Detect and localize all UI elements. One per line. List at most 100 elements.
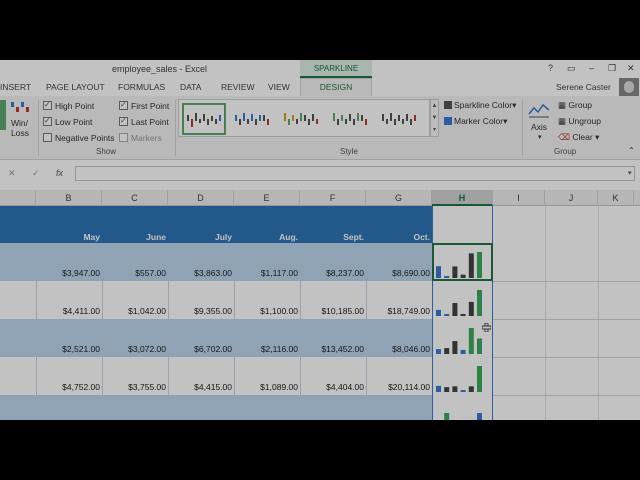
cancel-icon[interactable]: ✕ bbox=[8, 168, 16, 179]
minimize-button[interactable]: – bbox=[589, 63, 594, 73]
avatar-face-icon bbox=[624, 81, 634, 93]
markers-checkbox[interactable]: Markers bbox=[119, 132, 162, 144]
cell-value[interactable]: $557.00 bbox=[102, 268, 166, 278]
cell-value[interactable]: $4,752.00 bbox=[36, 382, 100, 392]
ungroup-button[interactable]: ▦ Ungroup bbox=[558, 116, 601, 127]
style-swatch[interactable] bbox=[378, 103, 422, 135]
style-swatch-selected[interactable] bbox=[182, 103, 226, 135]
column-header-b[interactable]: B bbox=[36, 190, 102, 206]
checkbox-icon[interactable] bbox=[119, 115, 128, 127]
active-cell bbox=[432, 243, 493, 281]
month-header-july[interactable]: July bbox=[168, 232, 232, 242]
cell-value[interactable]: $8,237.00 bbox=[300, 268, 364, 278]
avatar[interactable] bbox=[619, 78, 639, 96]
month-header-oct[interactable]: Oct. bbox=[366, 232, 430, 242]
show-group-label: Show bbox=[96, 147, 117, 156]
axis-button[interactable]: Axis bbox=[531, 122, 547, 132]
column-sparkline-icon[interactable] bbox=[0, 100, 6, 130]
cell-value[interactable]: $4,415.00 bbox=[168, 382, 232, 392]
checkbox-icon[interactable] bbox=[119, 99, 128, 111]
cell-value[interactable]: $6,702.00 bbox=[168, 344, 232, 354]
style-swatch[interactable] bbox=[329, 103, 373, 135]
column-header-f[interactable]: F bbox=[300, 190, 366, 206]
group-button[interactable]: ▦ Group bbox=[558, 100, 592, 111]
checkbox-icon[interactable] bbox=[43, 99, 52, 111]
tab-insert[interactable]: INSERT bbox=[0, 82, 31, 92]
cell-value[interactable]: $3,947.00 bbox=[36, 268, 100, 278]
formula-input[interactable] bbox=[75, 166, 635, 181]
column-header-a[interactable] bbox=[0, 190, 36, 206]
collapse-ribbon-icon[interactable]: ⌃ bbox=[628, 146, 635, 155]
checkbox-icon[interactable] bbox=[119, 133, 128, 142]
cell-value[interactable]: $1,089.00 bbox=[234, 382, 298, 392]
cell-value[interactable]: $8,046.00 bbox=[366, 344, 430, 354]
column-header-c[interactable]: C bbox=[102, 190, 168, 206]
cell-value[interactable]: $3,863.00 bbox=[168, 268, 232, 278]
winloss-label-2[interactable]: Loss bbox=[11, 128, 29, 138]
column-header-i[interactable]: I bbox=[493, 190, 545, 206]
sparkline-color-button[interactable]: Sparkline Color▾ bbox=[444, 100, 516, 111]
insert-function-icon[interactable]: fx bbox=[56, 168, 63, 178]
user-name[interactable]: Serene Caster bbox=[556, 82, 611, 92]
gallery-scroll-buttons[interactable]: ▲ ▼ ▾ bbox=[430, 99, 439, 137]
cell-value[interactable]: $1,042.00 bbox=[102, 306, 166, 316]
axis-dropdown-icon[interactable]: ▾ bbox=[538, 133, 542, 141]
month-header-sept[interactable]: Sept. bbox=[300, 232, 364, 242]
winloss-icon[interactable] bbox=[10, 100, 30, 114]
column-header-g[interactable]: G bbox=[366, 190, 432, 206]
low-point-checkbox[interactable]: Low Point bbox=[43, 115, 92, 128]
column-header-k[interactable]: K bbox=[598, 190, 634, 206]
clear-button[interactable]: ⌫ Clear ▾ bbox=[558, 132, 599, 143]
column-header-e[interactable]: E bbox=[234, 190, 300, 206]
enter-icon[interactable]: ✓ bbox=[32, 168, 40, 179]
cell-value[interactable]: $1,100.00 bbox=[234, 306, 298, 316]
month-header-june[interactable]: June bbox=[102, 232, 166, 242]
first-point-label: First Point bbox=[131, 101, 170, 111]
sparkline-bar bbox=[452, 303, 458, 316]
close-button[interactable]: ✕ bbox=[627, 63, 635, 74]
tab-view[interactable]: VIEW bbox=[268, 82, 290, 92]
sparkline-bar bbox=[444, 348, 450, 354]
ribbon-display-options-icon[interactable]: ▭ bbox=[567, 63, 576, 74]
group-separator bbox=[175, 100, 176, 156]
winloss-label-1[interactable]: Win/ bbox=[11, 118, 28, 128]
column-header-j[interactable]: J bbox=[545, 190, 598, 206]
high-point-checkbox[interactable]: High Point bbox=[43, 99, 94, 112]
style-swatch[interactable] bbox=[231, 103, 275, 135]
tab-review[interactable]: REVIEW bbox=[221, 82, 255, 92]
cell-value[interactable]: $20,114.00 bbox=[366, 382, 430, 392]
cell-value[interactable]: $9,355.00 bbox=[168, 306, 232, 316]
tab-page-layout[interactable]: PAGE LAYOUT bbox=[46, 82, 105, 92]
month-header-may[interactable]: May bbox=[36, 232, 100, 242]
tab-formulas[interactable]: FORMULAS bbox=[118, 82, 165, 92]
negative-points-checkbox[interactable]: Negative Points bbox=[43, 132, 115, 144]
marker-color-button[interactable]: Marker Color▾ bbox=[444, 116, 507, 127]
ungroup-label: Ungroup bbox=[568, 116, 602, 126]
axis-icon[interactable] bbox=[528, 100, 550, 120]
tab-data[interactable]: DATA bbox=[180, 82, 201, 92]
cell-value[interactable]: $4,404.00 bbox=[300, 382, 364, 392]
cell-value[interactable]: $13,452.00 bbox=[300, 344, 364, 354]
sparkline-bar bbox=[460, 349, 466, 354]
checkbox-icon[interactable] bbox=[43, 133, 52, 142]
column-header-d[interactable]: D bbox=[168, 190, 234, 206]
restore-button[interactable]: ❐ bbox=[608, 63, 616, 74]
cell-value[interactable]: $8,690.00 bbox=[366, 268, 430, 278]
cell-value[interactable]: $2,521.00 bbox=[36, 344, 100, 354]
checkbox-icon[interactable] bbox=[43, 115, 52, 127]
first-point-checkbox[interactable]: First Point bbox=[119, 99, 170, 112]
cell-value[interactable]: $3,755.00 bbox=[102, 382, 166, 392]
cell-value[interactable]: $10,185.00 bbox=[300, 306, 364, 316]
cell-value[interactable]: $2,116.00 bbox=[234, 344, 298, 354]
cell-value[interactable]: $3,072.00 bbox=[102, 344, 166, 354]
tab-design[interactable]: DESIGN bbox=[300, 78, 372, 96]
month-header-aug[interactable]: Aug. bbox=[234, 232, 298, 242]
cell-value[interactable]: $4,411.00 bbox=[36, 306, 100, 316]
style-swatch[interactable] bbox=[280, 103, 324, 135]
last-point-checkbox[interactable]: Last Point bbox=[119, 115, 169, 128]
cell-value[interactable]: $1,117.00 bbox=[234, 268, 298, 278]
column-header-h[interactable]: H bbox=[432, 190, 493, 206]
expand-formula-bar-icon[interactable]: ▾ bbox=[628, 169, 632, 177]
help-button[interactable]: ? bbox=[548, 63, 553, 73]
cell-value[interactable]: $18,749.00 bbox=[366, 306, 430, 316]
